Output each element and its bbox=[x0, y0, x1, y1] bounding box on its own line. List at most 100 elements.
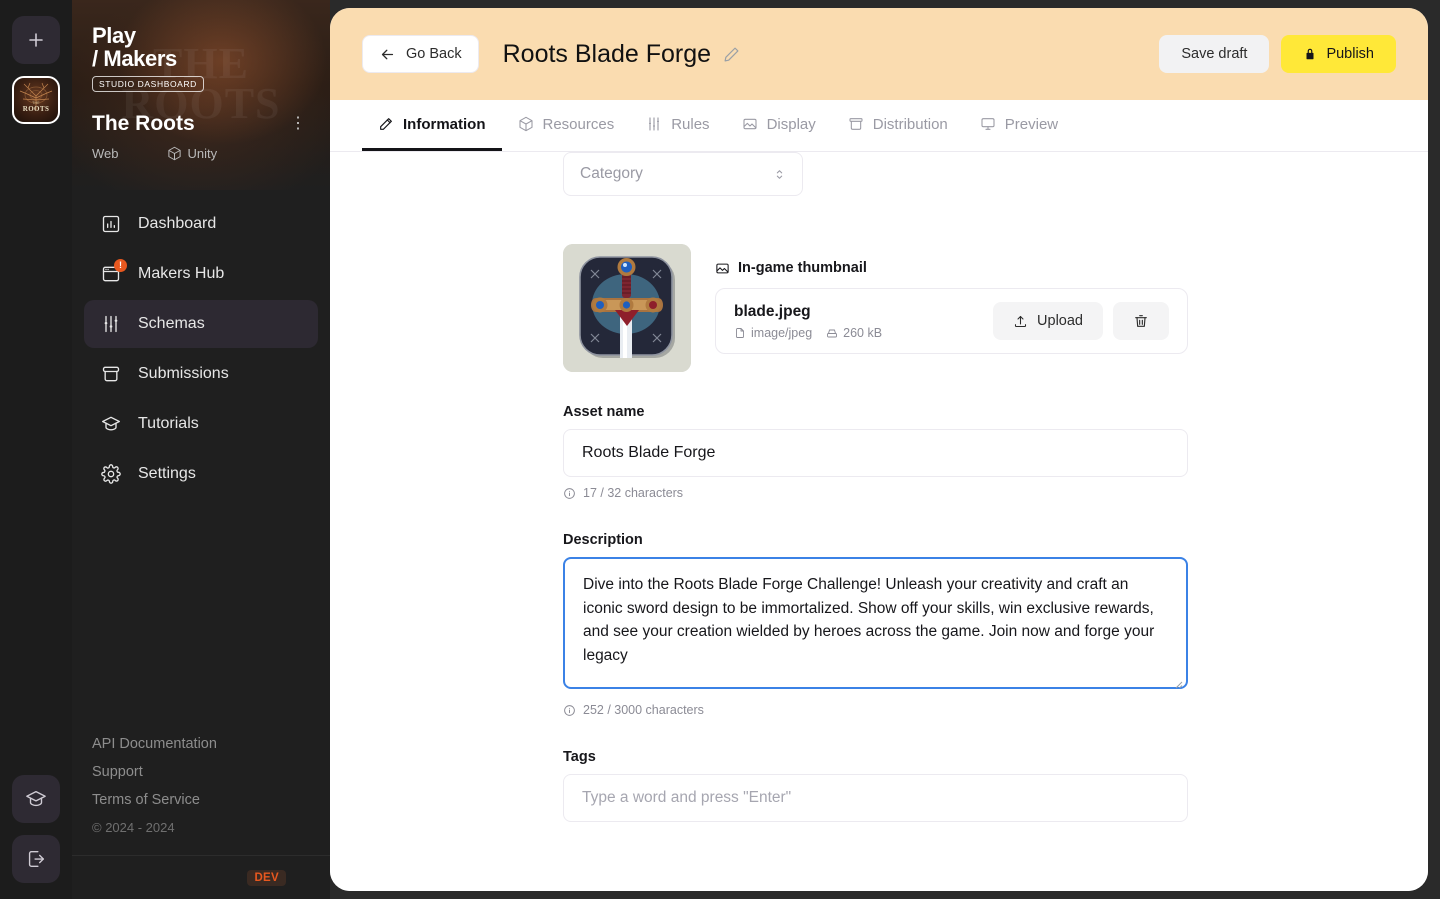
asset-name-input[interactable] bbox=[563, 429, 1188, 477]
link-api-documentation[interactable]: API Documentation bbox=[92, 736, 310, 752]
monitor-icon bbox=[980, 116, 996, 132]
tab-information[interactable]: Information bbox=[362, 100, 502, 151]
category-select[interactable]: Category bbox=[563, 152, 803, 196]
delete-file-button[interactable] bbox=[1113, 302, 1169, 340]
upload-icon bbox=[1013, 314, 1028, 329]
sidebar-filler bbox=[72, 500, 330, 736]
tab-label: Display bbox=[766, 115, 816, 133]
sidebar-item-tutorials[interactable]: Tutorials bbox=[84, 400, 318, 448]
platform-unity-label: Unity bbox=[187, 146, 218, 162]
brand-logo-line2: / Makers bbox=[92, 46, 177, 72]
description-counter-text: 252 / 3000 characters bbox=[583, 703, 704, 717]
graduation-cap-icon bbox=[100, 413, 122, 435]
browser-window-icon: ! bbox=[100, 259, 127, 285]
save-draft-button[interactable]: Save draft bbox=[1159, 35, 1270, 73]
workspace-avatar-the-roots[interactable]: THE ROOTS bbox=[12, 76, 60, 124]
description-textarea[interactable] bbox=[563, 557, 1188, 689]
workspace-row: The Roots ⋮ bbox=[92, 112, 310, 136]
publish-button[interactable]: Publish bbox=[1281, 35, 1396, 73]
tab-label: Distribution bbox=[872, 115, 948, 133]
editor-header: Go Back Roots Blade Forge Save draft Pub… bbox=[330, 8, 1428, 100]
sidebar-item-label: Makers Hub bbox=[138, 265, 225, 282]
asset-name-counter-text: 17 / 32 characters bbox=[583, 486, 684, 500]
asset-name-field: Asset name 17 / 32 characters bbox=[563, 404, 1188, 500]
thumbnail-details: In-game thumbnail blade.jpeg image/jpeg … bbox=[715, 244, 1188, 372]
upload-button[interactable]: Upload bbox=[993, 302, 1103, 340]
sidebar-item-dashboard[interactable]: Dashboard bbox=[84, 200, 318, 248]
sidebar: Play / Makers STUDIO DASHBOARD The Roots… bbox=[72, 0, 330, 899]
thumbnail-preview bbox=[563, 244, 691, 372]
tags-input[interactable] bbox=[563, 774, 1188, 822]
edit-title-button[interactable] bbox=[723, 46, 740, 63]
sidebar-item-badge: ! bbox=[114, 259, 127, 272]
tab-label: Information bbox=[403, 115, 486, 133]
graduation-cap-icon bbox=[26, 790, 46, 807]
go-back-label: Go Back bbox=[406, 46, 462, 62]
category-select-value: Category bbox=[580, 165, 643, 182]
tab-distribution[interactable]: Distribution bbox=[832, 100, 964, 151]
file-meta: image/jpeg 260 kB bbox=[734, 326, 882, 340]
workspace-platforms: Web Unity bbox=[92, 146, 310, 161]
app-root: THE ROOTS Play / Makers bbox=[0, 0, 1440, 899]
page-title: Roots Blade Forge bbox=[503, 40, 740, 69]
pencil-square-icon bbox=[378, 116, 394, 132]
add-workspace-button[interactable] bbox=[12, 16, 60, 64]
sidebar-item-schemas[interactable]: Schemas bbox=[84, 300, 318, 348]
trash-icon bbox=[1133, 313, 1149, 329]
sidebar-item-label: Schemas bbox=[138, 315, 205, 332]
info-circle-icon bbox=[563, 487, 576, 500]
tab-display[interactable]: Display bbox=[726, 100, 832, 151]
page-title-text: Roots Blade Forge bbox=[502, 39, 712, 68]
tags-label: Tags bbox=[563, 749, 596, 765]
file-card: blade.jpeg image/jpeg 260 kB Upload bbox=[715, 288, 1188, 354]
sliders-icon bbox=[646, 116, 662, 132]
thumbnail-section: In-game thumbnail blade.jpeg image/jpeg … bbox=[563, 244, 1188, 372]
box-icon bbox=[518, 116, 534, 132]
arrow-left-icon bbox=[379, 46, 396, 63]
bar-chart-icon bbox=[100, 213, 122, 235]
brand-logo-line1: Play bbox=[92, 23, 136, 48]
tab-preview[interactable]: Preview bbox=[964, 100, 1074, 151]
rail-bottom-actions bbox=[12, 775, 60, 899]
platform-unity: Unity bbox=[167, 146, 218, 162]
tab-label: Resources bbox=[542, 115, 615, 133]
link-support[interactable]: Support bbox=[92, 764, 310, 780]
pencil-icon bbox=[724, 47, 739, 61]
workspace-menu-button[interactable]: ⋮ bbox=[286, 116, 310, 132]
lock-icon bbox=[1303, 47, 1317, 61]
tab-rules[interactable]: Rules bbox=[630, 100, 725, 151]
editor-panel: Go Back Roots Blade Forge Save draft Pub… bbox=[330, 8, 1428, 891]
sidebar-item-label: Settings bbox=[138, 465, 196, 482]
image-icon bbox=[715, 261, 730, 276]
file-size-text: 260 kB bbox=[843, 325, 883, 340]
description-counter: 252 / 3000 characters bbox=[563, 703, 1188, 717]
go-back-button[interactable]: Go Back bbox=[362, 35, 479, 73]
gear-icon bbox=[100, 463, 122, 485]
file-type-text: image/jpeg bbox=[751, 325, 813, 340]
file-name: blade.jpeg bbox=[734, 302, 811, 320]
thumbnail-label: In-game thumbnail bbox=[715, 260, 1188, 276]
link-terms-of-service[interactable]: Terms of Service bbox=[92, 792, 310, 808]
sidebar-footer-bar: DEV bbox=[72, 855, 330, 899]
workspace-avatar-mark: ROOTS bbox=[22, 105, 50, 113]
rail-tutorials-button[interactable] bbox=[12, 775, 60, 823]
tab-resources[interactable]: Resources bbox=[502, 100, 631, 151]
upload-label: Upload bbox=[1037, 313, 1083, 329]
tags-field: Tags bbox=[563, 749, 1188, 822]
sidebar-item-makers-hub[interactable]: ! Makers Hub bbox=[84, 250, 318, 298]
chevron-updown-icon bbox=[773, 168, 786, 181]
thumbnail-label-text: In-game thumbnail bbox=[738, 260, 867, 276]
main-area: Go Back Roots Blade Forge Save draft Pub… bbox=[330, 0, 1440, 899]
brand-logo: Play / Makers bbox=[92, 24, 310, 70]
cube-icon bbox=[167, 146, 182, 161]
logout-icon bbox=[28, 850, 45, 868]
sidebar-item-settings[interactable]: Settings bbox=[84, 450, 318, 498]
form-scroll-area[interactable]: Category In-game thumbnail blade.jpeg im… bbox=[330, 152, 1428, 891]
archive-box-icon bbox=[100, 363, 122, 385]
tab-label: Preview bbox=[1004, 115, 1059, 133]
publish-label: Publish bbox=[1326, 46, 1374, 62]
sidebar-item-submissions[interactable]: Submissions bbox=[84, 350, 318, 398]
rail-logout-button[interactable] bbox=[12, 835, 60, 883]
file-type: image/jpeg bbox=[734, 326, 812, 340]
plus-icon bbox=[29, 33, 43, 47]
